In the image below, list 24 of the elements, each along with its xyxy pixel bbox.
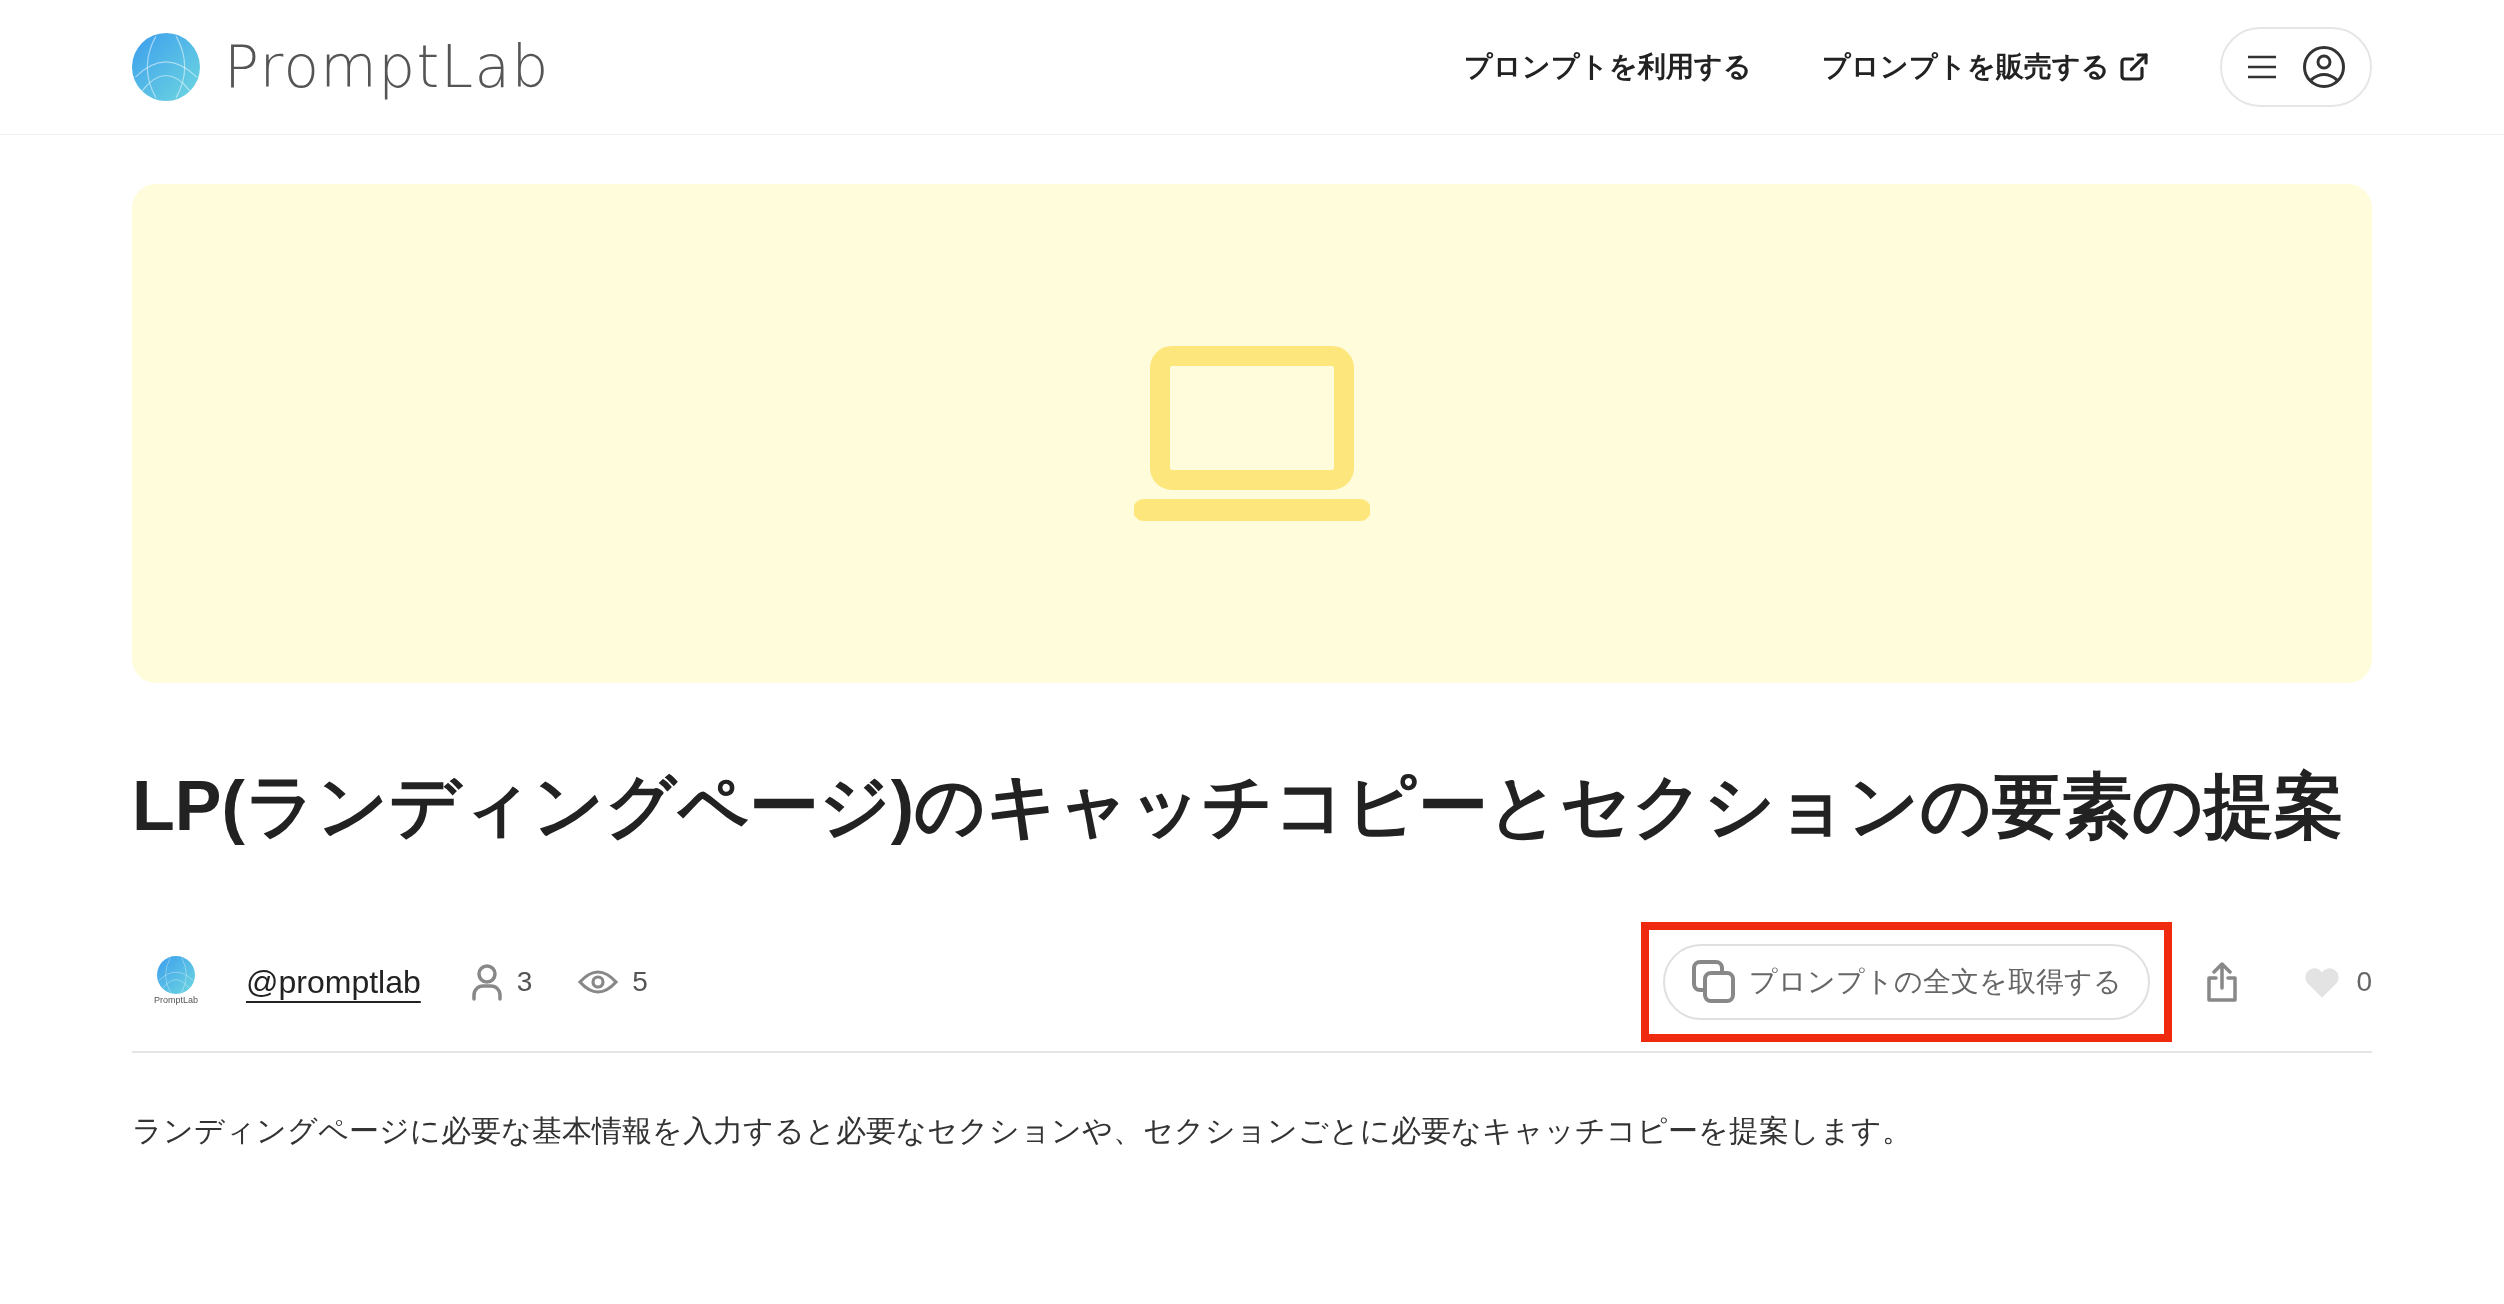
user-count: 3 [516, 964, 533, 999]
menu-button[interactable] [2220, 27, 2372, 107]
user-icon [2302, 45, 2346, 89]
logo-text[interactable]: PromptLab [224, 23, 550, 111]
page-title: LP(ランディングページ)のキャッチコピーとセクションの要素の提案 [132, 766, 2346, 847]
copy-prompt-button[interactable]: プロンプトの全文を取得する [1663, 943, 2151, 1020]
heart-icon [2304, 965, 2341, 998]
avatar-caption: PromptLab [154, 993, 198, 1007]
avatar[interactable]: PromptLab [136, 955, 216, 1008]
like-button[interactable]: 0 [2304, 960, 2372, 1003]
nav-link[interactable]: プロンプトを販売する [1822, 46, 2150, 88]
author-link[interactable]: @promptlab [246, 957, 421, 1006]
eye-icon [578, 967, 619, 996]
external-link-icon [2118, 51, 2150, 83]
copy-icon [1691, 958, 1738, 1005]
user-icon [470, 962, 503, 1001]
nav-link[interactable]: プロンプトを利用する [1464, 46, 1752, 88]
logo-icon [132, 33, 200, 101]
description-text: ランディングページに必要な基本情報を入力すると必要なセクションや、セクションごとに必要なキャッチコピーを提案します。 [132, 1112, 1913, 1149]
avatar-icon [157, 955, 195, 994]
share-icon [2206, 961, 2239, 1002]
menu-icon [2246, 53, 2278, 81]
laptop-icon [1134, 345, 1370, 522]
view-count: 5 [632, 964, 648, 999]
